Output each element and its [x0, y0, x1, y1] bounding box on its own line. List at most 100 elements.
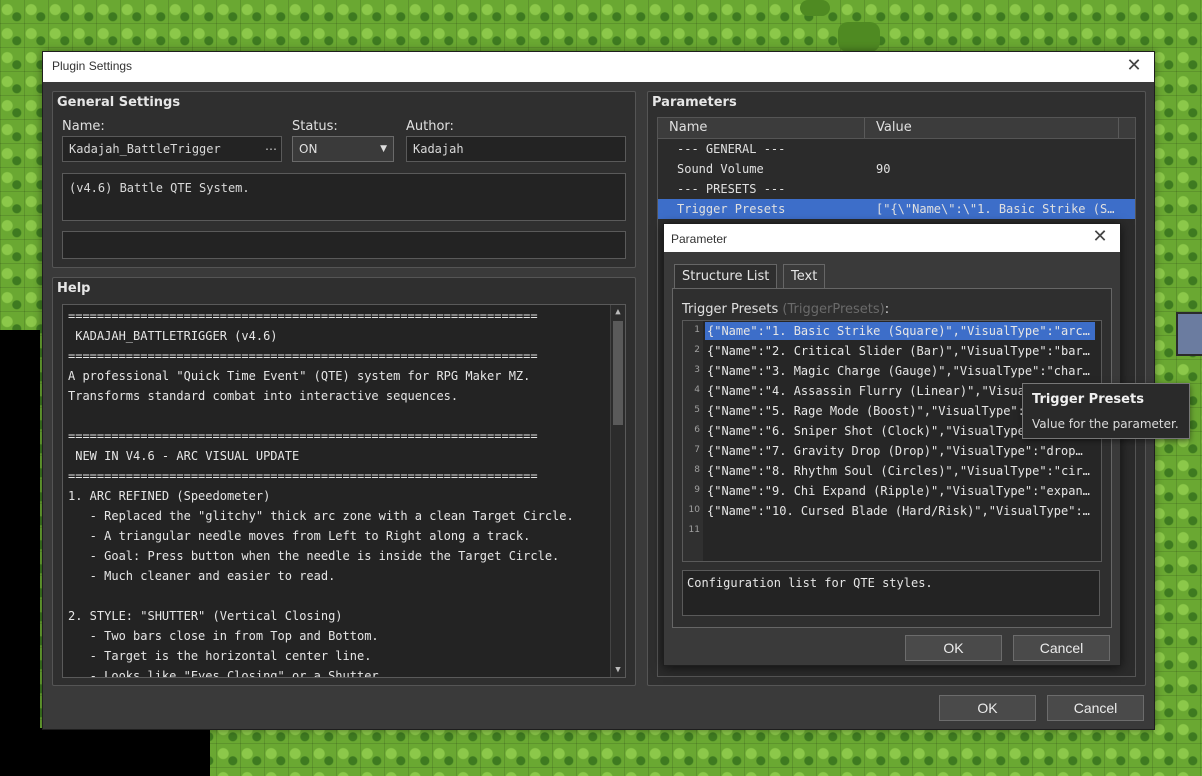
preset-list-item[interactable]: 3 {"Name":"3. Magic Charge (Gauge)","Visu…	[683, 361, 1101, 381]
preset-list-item[interactable]: 11	[683, 521, 1101, 541]
parameter-name: Trigger Presets	[677, 202, 786, 216]
parameter-dialog-titlebar: Parameter ✕	[664, 224, 1120, 252]
preset-text: {"Name":"2. Critical Slider (Bar)","Visu…	[707, 344, 1090, 358]
parameter-tooltip: Trigger Presets Value for the parameter.	[1022, 383, 1190, 439]
column-name-header[interactable]: Name	[669, 120, 707, 135]
line-number: 4	[694, 385, 700, 395]
tree-decoration	[838, 22, 880, 52]
tooltip-title: Trigger Presets	[1032, 392, 1144, 407]
help-line: Transforms standard combat into interact…	[68, 389, 459, 403]
preset-list-item[interactable]: 9 {"Name":"9. Chi Expand (Ripple)","Visua…	[683, 481, 1101, 501]
tab-structure-list[interactable]: Structure List	[674, 264, 778, 288]
tooltip-text: Value for the parameter.	[1032, 417, 1179, 431]
parameter-name: --- PRESETS ---	[677, 182, 786, 196]
cancel-button[interactable]: Cancel	[1047, 695, 1144, 721]
help-line	[63, 586, 625, 606]
help-text-area[interactable]: ========================================…	[62, 304, 626, 678]
param-description: Configuration list for QTE styles.	[687, 576, 933, 590]
help-lines: ========================================…	[63, 305, 625, 678]
parameter-cancel-button[interactable]: Cancel	[1013, 635, 1110, 661]
parameter-dialog: Parameter ✕ Structure List Text Trigger …	[663, 223, 1121, 666]
extra-field[interactable]	[62, 231, 626, 259]
line-number: 8	[694, 465, 700, 475]
preset-text: {"Name":"3. Magic Charge (Gauge)","Visua…	[707, 364, 1090, 378]
preset-list-item[interactable]: 8 {"Name":"8. Rhythm Soul (Circles)","Vis…	[683, 461, 1101, 481]
help-line: ========================================…	[68, 429, 538, 443]
parameter-name: Sound Volume	[677, 162, 764, 176]
param-description-box: Configuration list for QTE styles.	[682, 570, 1100, 616]
help-line: - Goal: Press button when the needle is …	[68, 549, 560, 563]
status-select[interactable]: ON ▼	[292, 136, 394, 162]
general-settings-title: General Settings	[57, 95, 181, 110]
dialog-titlebar: Plugin Settings ✕	[43, 52, 1154, 82]
help-line: - Looks like "Eyes Closing" or a Shutter…	[68, 669, 386, 678]
name-field[interactable]: Kadajah_BattleTrigger ⋯	[62, 136, 282, 162]
parameter-value: ["{\"Name\":\"1. Basic Strike (S…	[876, 202, 1115, 216]
preset-text: {"Name":"10. Cursed Blade (Hard/Risk)","…	[707, 504, 1090, 518]
description-field[interactable]: (v4.6) Battle QTE System.	[62, 173, 626, 221]
line-number: 11	[688, 525, 700, 535]
line-number: 10	[688, 505, 700, 515]
description-value: (v4.6) Battle QTE System.	[69, 181, 250, 195]
preset-text: {"Name":"7. Gravity Drop (Drop)","Visual…	[707, 444, 1083, 458]
line-number: 7	[694, 445, 700, 455]
line-number: 6	[694, 425, 700, 435]
name-browse-button[interactable]: ⋯	[265, 137, 277, 161]
chevron-down-icon: ▼	[380, 144, 387, 154]
help-scrollbar[interactable]: ▲ ▼	[610, 305, 625, 677]
parameter-row[interactable]: --- PRESETS ---	[658, 179, 1135, 199]
scroll-thumb[interactable]	[613, 321, 623, 425]
parameters-table-header: Name Value	[658, 118, 1135, 139]
parameter-row[interactable]: Trigger Presets ["{\"Name\":\"1. Basic St…	[658, 199, 1135, 219]
close-icon[interactable]: ✕	[1122, 55, 1146, 79]
line-number: 9	[694, 485, 700, 495]
help-line: ========================================…	[68, 349, 538, 363]
status-label: Status:	[292, 119, 338, 134]
ok-button[interactable]: OK	[939, 695, 1036, 721]
tree-decoration	[800, 0, 830, 16]
line-number: 2	[694, 345, 700, 355]
parameter-row[interactable]: Sound Volume 90	[658, 159, 1135, 179]
help-group: Help ===================================…	[52, 277, 636, 686]
help-line: 2. STYLE: "SHUTTER" (Vertical Closing)	[68, 609, 343, 623]
scroll-up-icon[interactable]: ▲	[611, 305, 625, 319]
preset-list-item[interactable]: 1 {"Name":"1. Basic Strike (Square)","Vis…	[683, 321, 1101, 341]
preset-list-item[interactable]: 2 {"Name":"2. Critical Slider (Bar)","Vis…	[683, 341, 1101, 361]
parameter-dialog-title: Parameter	[671, 232, 728, 246]
preset-list-item[interactable]: 7 {"Name":"7. Gravity Drop (Drop)","Visua…	[683, 441, 1101, 461]
character-sprite	[1176, 312, 1202, 356]
parameter-value: 90	[876, 162, 891, 176]
name-label: Name:	[62, 119, 105, 134]
help-line: A professional "Quick Time Event" (QTE) …	[68, 369, 531, 383]
help-line: - Replaced the "glitchy" thick arc zone …	[68, 509, 574, 523]
list-key: (TriggerPresets)	[782, 302, 885, 317]
author-field[interactable]: Kadajah	[406, 136, 626, 162]
help-line: NEW IN V4.6 - ARC VISUAL UPDATE	[68, 449, 300, 463]
help-line: ========================================…	[68, 309, 538, 323]
author-label: Author:	[406, 119, 454, 134]
parameters-title: Parameters	[652, 95, 737, 110]
help-line	[63, 406, 625, 426]
help-title: Help	[57, 281, 91, 296]
preset-list-item[interactable]: 10 {"Name":"10. Cursed Blade (Hard/Risk)"…	[683, 501, 1101, 521]
help-line: ========================================…	[68, 469, 538, 483]
general-settings-group: General Settings Name: Kadajah_BattleTri…	[52, 91, 636, 268]
list-label: Trigger Presets (TriggerPresets):	[682, 302, 890, 317]
help-line: 1. ARC REFINED (Speedometer)	[68, 489, 271, 503]
help-line: - Target is the horizontal center line.	[68, 649, 372, 663]
parameter-row[interactable]: --- GENERAL ---	[658, 139, 1135, 159]
line-number: 1	[694, 325, 700, 335]
parameter-ok-button[interactable]: OK	[905, 635, 1002, 661]
close-icon[interactable]: ✕	[1088, 226, 1112, 250]
help-line: - Two bars close in from Top and Bottom.	[68, 629, 379, 643]
scroll-down-icon[interactable]: ▼	[611, 663, 625, 677]
column-value-header[interactable]: Value	[876, 120, 912, 135]
tab-text[interactable]: Text	[783, 264, 826, 288]
help-line: KADAJAH_BATTLETRIGGER (v4.6)	[68, 329, 278, 343]
help-line: - Much cleaner and easier to read.	[68, 569, 336, 583]
parameter-name: --- GENERAL ---	[677, 142, 786, 156]
line-number: 5	[694, 405, 700, 415]
preset-list[interactable]: 1 {"Name":"1. Basic Strike (Square)","Vis…	[682, 320, 1102, 562]
status-value: ON	[299, 142, 318, 156]
preset-text: {"Name":"9. Chi Expand (Ripple)","Visual…	[707, 484, 1090, 498]
